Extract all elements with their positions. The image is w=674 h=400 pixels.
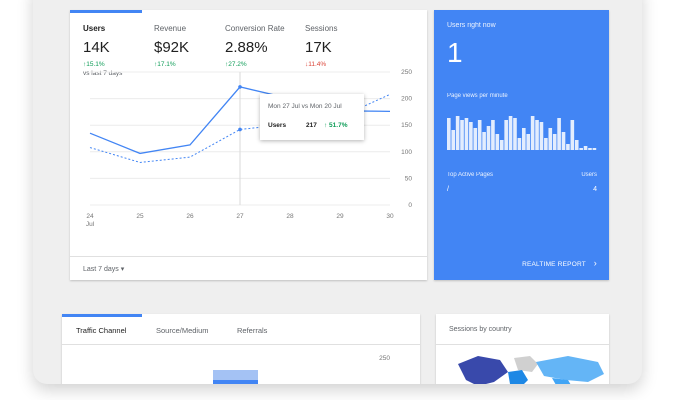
card-footer: Last 7 days ▾: [70, 256, 427, 280]
pageviews-bar: [482, 132, 486, 150]
pageviews-bar: [491, 120, 495, 150]
pageviews-bar: [477, 120, 482, 150]
tab-referrals[interactable]: Referrals: [237, 326, 267, 335]
pageviews-bar: [486, 126, 491, 150]
pageviews-bar: [548, 128, 553, 150]
tooltip-metric: Users: [268, 122, 287, 129]
pageviews-per-minute-label: Page views per minute: [447, 93, 508, 99]
chart-tooltip: Mon 27 Jul vs Mon 20 Jul Users 217 ↑ 51.…: [260, 94, 364, 140]
y-tick-label: 150: [401, 122, 412, 129]
pageviews-bar: [552, 134, 557, 150]
top-pages-header: Top Active Pages Users: [447, 172, 597, 178]
pageviews-bar: [495, 134, 500, 150]
active-tab-indicator: [62, 314, 142, 317]
pageviews-bar: [583, 146, 588, 150]
realtime-report-link[interactable]: REALTIME REPORT ›: [522, 258, 597, 268]
y-tick-label: 50: [405, 175, 413, 182]
y-tick-label: 250: [379, 355, 390, 362]
x-tick-label: 29: [336, 213, 344, 220]
pageviews-bar: [473, 128, 478, 150]
pageviews-bar: [574, 140, 579, 150]
pageviews-bar: [530, 116, 535, 150]
top-page-row[interactable]: / 4: [447, 186, 597, 193]
pageviews-bar: [557, 118, 561, 150]
date-range-dropdown[interactable]: Last 7 days ▾: [83, 265, 124, 273]
pageviews-bar: [561, 132, 566, 150]
pageviews-bar: [455, 116, 460, 150]
metric-label: Revenue: [154, 24, 187, 33]
realtime-title: Users right now: [447, 22, 496, 29]
realtime-card: Users right now 1 Page views per minute …: [434, 10, 609, 280]
pageviews-bar: [504, 120, 508, 150]
pageviews-bar: [570, 120, 575, 150]
audience-overview-card: Users 14K ↑15.1% vs last 7 days Revenue …: [70, 10, 427, 280]
pageviews-bar: [588, 148, 592, 150]
traffic-bar-current: [213, 380, 258, 384]
top-pages-label: Top Active Pages: [447, 172, 494, 178]
pageviews-bar: [535, 120, 539, 150]
users-column-label: Users: [581, 172, 597, 178]
x-tick-label: 28: [286, 213, 294, 220]
pageviews-bar: [539, 122, 544, 150]
pageviews-bar: [508, 116, 513, 150]
world-map: [458, 356, 604, 384]
users-line-chart: 250 200 150 100 50 0 24 25 26 27 28 29 30 Jul: [86, 69, 413, 228]
pageviews-bar: [544, 138, 548, 150]
metric-value: 2.88%: [225, 39, 268, 56]
y-tick-label: 250: [401, 69, 412, 76]
pageviews-bar: [566, 144, 570, 150]
traffic-card: Traffic Channel Source/Medium Referrals …: [62, 314, 420, 384]
chevron-right-icon: ›: [593, 258, 597, 268]
pageviews-bar: [469, 122, 473, 150]
metric-value: $92K: [154, 39, 190, 56]
country-card: Sessions by country: [436, 314, 609, 384]
x-tick-label: 30: [386, 213, 394, 220]
active-metric-indicator: [70, 10, 142, 13]
page-users: 4: [593, 186, 597, 193]
dashboard-window: Users 14K ↑15.1% vs last 7 days Revenue …: [33, 0, 642, 384]
pageviews-bar: [592, 148, 597, 150]
data-point-previous: [238, 127, 242, 132]
data-point-current: [238, 85, 242, 89]
country-card-title: Sessions by country: [449, 326, 512, 333]
pageviews-bar: [464, 118, 469, 150]
x-tick-label: 25: [136, 213, 144, 220]
metric-value: 14K: [83, 39, 110, 56]
x-tick-label: 24: [86, 213, 94, 220]
tab-traffic-channel[interactable]: Traffic Channel: [76, 326, 126, 335]
caret-down-icon: ▾: [120, 266, 125, 273]
pageviews-bar: [451, 130, 456, 150]
tab-source-medium[interactable]: Source/Medium: [156, 326, 209, 335]
metric-value: 17K: [305, 39, 332, 56]
y-tick-label: 200: [401, 96, 412, 103]
realtime-user-count: 1: [447, 37, 463, 68]
card-divider: [436, 344, 609, 345]
page-path: /: [447, 186, 449, 193]
pageviews-bar: [579, 148, 583, 150]
y-tick-label: 0: [408, 202, 412, 209]
tab-divider: [62, 344, 420, 345]
realtime-report-label: REALTIME REPORT: [522, 261, 586, 268]
pageviews-bar: [517, 138, 522, 150]
metric-label: Users: [83, 24, 106, 33]
tooltip-row: Users 217 ↑ 51.7%: [268, 122, 348, 129]
pageviews-bar: [526, 134, 531, 150]
x-tick-sublabel: Jul: [86, 221, 95, 228]
tooltip-value: 217: [306, 122, 317, 129]
date-range-label: Last 7 days: [83, 266, 119, 273]
pageviews-bar: [460, 120, 464, 150]
metric-label: Conversion Rate: [225, 24, 285, 33]
pageviews-bar: [513, 118, 517, 150]
pageviews-bar: [499, 140, 504, 150]
pageviews-bar: [522, 128, 526, 150]
pageviews-bar-chart: [447, 116, 597, 150]
y-tick-label: 100: [401, 149, 412, 156]
pageviews-bar: [447, 118, 451, 150]
x-tick-label: 26: [186, 213, 194, 220]
x-tick-label: 27: [236, 213, 244, 220]
tooltip-change: ↑ 51.7%: [324, 122, 348, 129]
metric-label: Sessions: [305, 24, 338, 33]
tooltip-title: Mon 27 Jul vs Mon 20 Jul: [268, 103, 342, 110]
